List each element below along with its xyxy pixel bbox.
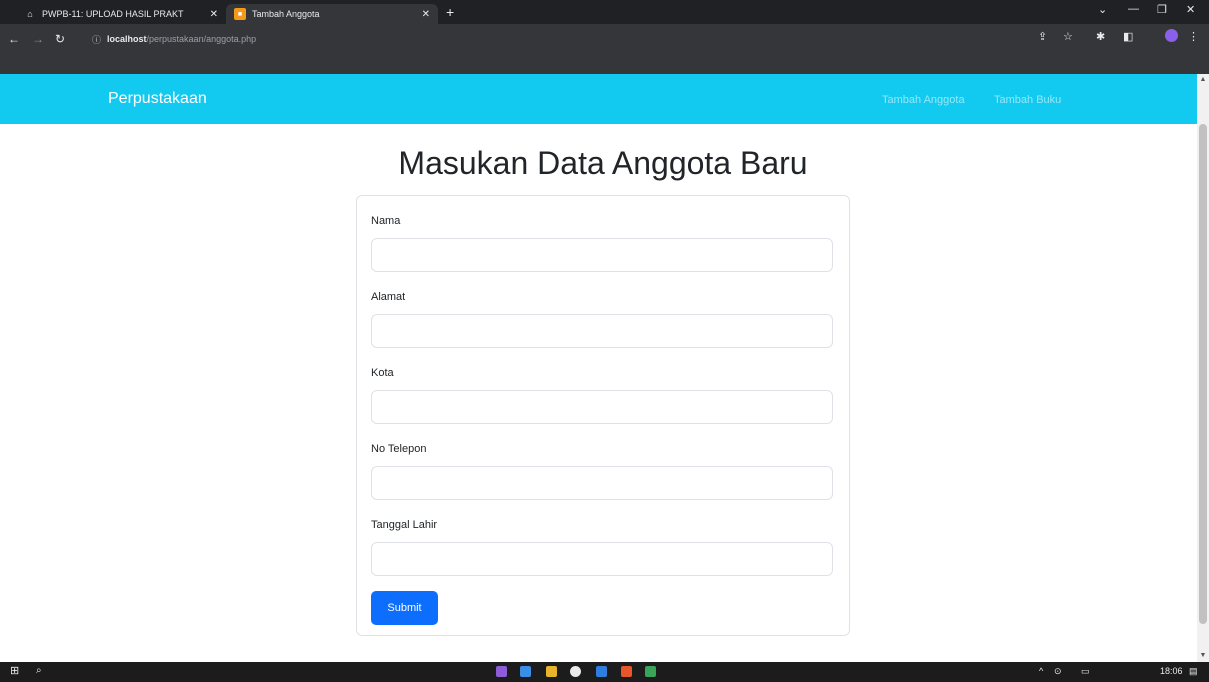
menu-dots-icon[interactable]: ⋮ xyxy=(1188,30,1199,43)
bookmark-star-icon[interactable]: ☆ xyxy=(1063,30,1073,43)
url-host: localhost xyxy=(107,34,147,44)
alamat-input[interactable] xyxy=(371,314,833,348)
notifications-icon[interactable]: ▤ xyxy=(1189,666,1198,677)
navbar-brand[interactable]: Perpustakaan xyxy=(108,90,207,108)
reload-icon[interactable]: ↻ xyxy=(55,32,65,46)
taskbar-clock[interactable]: 18:06 xyxy=(1160,666,1183,676)
tray-battery-icon[interactable]: ▭ xyxy=(1081,666,1090,677)
close-tab-icon[interactable]: ✕ xyxy=(422,9,430,20)
site-navbar: Perpustakaan Tambah Anggota Tambah Buku xyxy=(0,74,1197,124)
tab-title: PWPB-11: UPLOAD HASIL PRAKT xyxy=(42,9,184,19)
nav-link-tambah-buku[interactable]: Tambah Buku xyxy=(994,94,1061,106)
vscode-icon[interactable] xyxy=(520,666,531,677)
xampp-icon[interactable] xyxy=(621,666,632,677)
visual-studio-icon[interactable] xyxy=(496,666,507,677)
browser-tab-active[interactable]: ■ Tambah Anggota ✕ xyxy=(226,4,438,24)
browser-tab-inactive[interactable]: ⌂ PWPB-11: UPLOAD HASIL PRAKT ✕ xyxy=(16,4,226,24)
tray-network-icon[interactable]: ⊙ xyxy=(1054,666,1062,677)
info-icon[interactable]: ⓘ xyxy=(92,33,101,46)
forward-arrow-icon[interactable]: → xyxy=(32,32,44,46)
page-favicon-icon: ■ xyxy=(234,8,246,20)
extensions-icon[interactable]: ✱ xyxy=(1096,30,1105,43)
windows-start-icon[interactable]: ⊞ xyxy=(10,664,19,677)
url-path: /perpustakaan/anggota.php xyxy=(146,34,257,44)
os-taskbar: ⊞ ⌕ ^ ⊙ ▭ 18:06 ▤ xyxy=(0,662,1209,682)
kota-label: Kota xyxy=(371,367,394,379)
classroom-icon: ⌂ xyxy=(27,9,33,19)
scrollbar-thumb[interactable] xyxy=(1199,124,1207,624)
tab-search-chevron-icon[interactable]: ⌄ xyxy=(1098,3,1107,16)
address-bar[interactable]: ⓘ localhost /perpustakaan/anggota.php xyxy=(92,30,342,48)
nav-link-tambah-anggota[interactable]: Tambah Anggota xyxy=(882,94,965,106)
member-form: Nama Alamat Kota No Telepon Tanggal Lahi… xyxy=(356,195,850,636)
browser-toolbar: ← → ↻ ⓘ localhost /perpustakaan/anggota.… xyxy=(0,24,1209,74)
no-telepon-label: No Telepon xyxy=(371,443,427,455)
window-close-icon[interactable]: ✕ xyxy=(1186,3,1195,16)
new-tab-icon[interactable]: + xyxy=(446,4,454,20)
no-telepon-input[interactable] xyxy=(371,466,833,500)
kota-input[interactable] xyxy=(371,390,833,424)
browser-tab-strip: ⌂ PWPB-11: UPLOAD HASIL PRAKT ✕ ■ Tambah… xyxy=(0,0,1209,24)
alamat-label: Alamat xyxy=(371,291,406,303)
page-title: Masukan Data Anggota Baru xyxy=(398,145,808,181)
scroll-up-icon[interactable]: ▲ xyxy=(1199,76,1207,83)
nama-label: Nama xyxy=(371,215,401,227)
sidebar-icon[interactable]: ◧ xyxy=(1123,30,1133,43)
minimize-icon[interactable]: — xyxy=(1128,3,1139,15)
tanggal-lahir-label: Tanggal Lahir xyxy=(371,519,438,531)
tab-title: Tambah Anggota xyxy=(252,9,320,19)
app-icon[interactable] xyxy=(645,666,656,677)
submit-button[interactable]: Submit xyxy=(371,591,438,625)
word-icon[interactable] xyxy=(596,666,607,677)
maximize-icon[interactable]: ❐ xyxy=(1157,3,1167,16)
search-icon[interactable]: ⌕ xyxy=(36,665,42,676)
file-explorer-icon[interactable] xyxy=(546,666,557,677)
close-tab-icon[interactable]: ✕ xyxy=(210,9,218,20)
scroll-down-icon[interactable]: ▼ xyxy=(1199,652,1207,659)
tray-chevron-icon[interactable]: ^ xyxy=(1039,666,1043,676)
profile-avatar[interactable] xyxy=(1165,29,1178,42)
share-icon[interactable]: ⇪ xyxy=(1038,30,1047,43)
nama-input[interactable] xyxy=(371,238,833,272)
tanggal-lahir-input[interactable] xyxy=(371,542,833,576)
chrome-icon[interactable] xyxy=(570,666,581,677)
back-arrow-icon[interactable]: ← xyxy=(8,32,20,46)
